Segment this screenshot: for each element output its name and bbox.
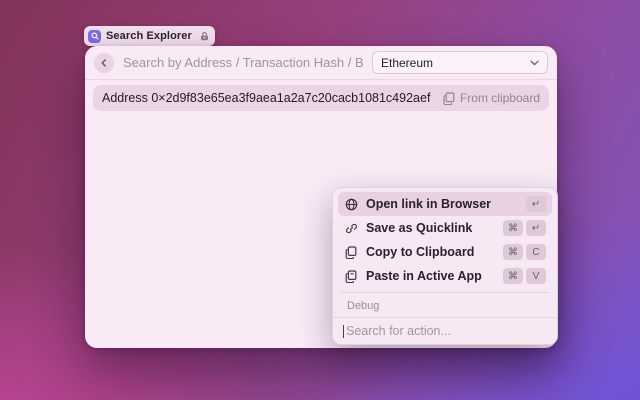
app-title: Search Explorer [106, 30, 192, 42]
key-badge-v: V [526, 268, 546, 284]
key-badge-return: ↵ [526, 196, 546, 212]
key-badge-cmd: ⌘ [503, 268, 523, 284]
shortcut-keys: ↵ [526, 196, 546, 212]
action-panel: Open link in Browser ↵ Save as Quicklink… [332, 187, 558, 345]
result-accessory-label: From clipboard [460, 91, 540, 105]
result-accessory: From clipboard [443, 91, 540, 105]
clipboard-icon [344, 246, 358, 259]
menu-item-paste-in-active-app[interactable]: Paste in Active App ⌘ V [338, 264, 552, 288]
menu-item-label: Open link in Browser [366, 197, 491, 211]
menu-separator [341, 292, 549, 293]
menu-item-save-as-quicklink[interactable]: Save as Quicklink ⌘ ↵ [338, 216, 552, 240]
menu-item-copy-to-clipboard[interactable]: Copy to Clipboard ⌘ C [338, 240, 552, 264]
menu-section-debug: Debug [338, 297, 552, 314]
link-icon [344, 222, 358, 235]
back-button[interactable] [94, 53, 114, 73]
clipboard-paste-icon [344, 270, 358, 283]
network-dropdown-value: Ethereum [381, 56, 433, 70]
desktop-background: { "badge": { "app_name": "Search Explore… [0, 0, 640, 400]
app-title-badge[interactable]: Search Explorer [84, 26, 215, 46]
menu-item-label: Paste in Active App [366, 269, 482, 283]
key-badge-c: C [526, 244, 546, 260]
text-caret [343, 325, 344, 338]
globe-icon [344, 198, 358, 211]
chevron-down-icon [530, 60, 539, 66]
action-search-input[interactable]: Search for action... [346, 324, 451, 338]
action-list: Open link in Browser ↵ Save as Quicklink… [333, 188, 557, 317]
menu-item-label: Save as Quicklink [366, 221, 472, 235]
shortcut-keys: ⌘ C [503, 244, 546, 260]
search-input[interactable]: Search by Address / Transaction Hash / B… [123, 55, 363, 70]
menu-item-label: Copy to Clipboard [366, 245, 474, 259]
result-title: Address 0×2d9f83e65ea3f9aea1a2a7c20cacb1… [102, 91, 430, 105]
result-row-address[interactable]: Address 0×2d9f83e65ea3f9aea1a2a7c20cacb1… [93, 85, 549, 111]
key-badge-return: ↵ [526, 220, 546, 236]
network-dropdown[interactable]: Ethereum [372, 51, 548, 74]
key-badge-cmd: ⌘ [503, 220, 523, 236]
search-bar: Search by Address / Transaction Hash / B… [85, 46, 557, 80]
action-search-bar[interactable]: Search for action... [333, 317, 557, 344]
shortcut-keys: ⌘ V [503, 268, 546, 284]
menu-item-open-link-in-browser[interactable]: Open link in Browser ↵ [338, 192, 552, 216]
search-explorer-app-icon [88, 30, 101, 43]
key-badge-cmd: ⌘ [503, 244, 523, 260]
lock-icon [199, 31, 210, 42]
clipboard-icon [443, 92, 455, 105]
results-list: Address 0×2d9f83e65ea3f9aea1a2a7c20cacb1… [85, 80, 557, 116]
shortcut-keys: ⌘ ↵ [503, 220, 546, 236]
